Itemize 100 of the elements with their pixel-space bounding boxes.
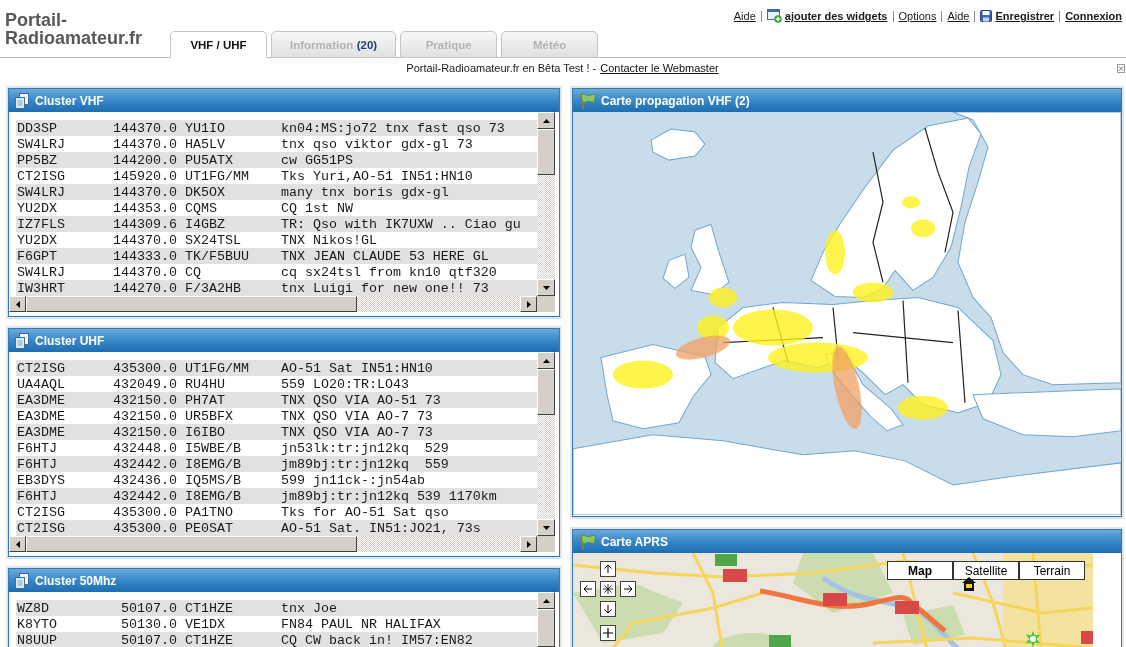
map-type-button[interactable]: Satellite [953,561,1019,580]
star-marker-icon[interactable] [1025,631,1041,647]
dx-callsign-text: IQ5MS/B [184,472,241,488]
comment-text: FN84 PAUL NR HALIFAX [280,616,441,632]
callsign-text: CT2ISG [17,504,65,520]
house-icon[interactable] [962,577,976,591]
map-type-button[interactable]: Map [887,561,953,580]
pan-down-button[interactable] [600,601,616,617]
callsign-text: EB3DYS [17,472,65,488]
scrollbar-corner [537,536,555,552]
dx-callsign-text: UR5BFX [184,408,233,424]
frequency-text: 432049.0 [112,376,177,392]
right-arrow-icon [623,584,633,594]
dx-callsign-text: I8EMG/B [184,456,241,472]
pan-up-button[interactable] [600,561,616,577]
dx-callsign-text: PE0SAT [184,520,233,536]
scroll-down-button[interactable] [537,519,555,536]
scroll-up-button[interactable] [537,352,555,369]
scroll-up-button[interactable] [537,592,555,609]
dx-callsign-text: DK5OX [184,184,225,200]
dx-callsign-text: PU5ATX [184,152,233,168]
comment-text: 559 LO20:TR:LO43 [280,376,409,392]
dx-callsign-text: HA5LV [184,136,225,152]
vertical-scrollbar[interactable] [537,592,555,647]
vertical-scrollbar[interactable] [537,112,555,296]
callsign-text: F6GPT [17,248,57,264]
dx-callsign-text: PH7AT [184,392,225,408]
frequency-text: 50107.0 [120,600,177,616]
pan-center-button[interactable] [600,581,616,597]
header-link[interactable]: Options [898,10,937,22]
plus-icon [603,628,613,638]
callsign-text: K8YTO [17,616,57,632]
dx-callsign-text: CQMS [184,200,217,216]
frequency-text: 144333.0 [112,248,177,264]
callsign-text: PP5BZ [17,152,57,168]
site-logo[interactable]: Portail-Radioamateur.fr [5,11,143,47]
close-icon[interactable] [1117,63,1125,73]
scroll-right-button[interactable] [520,296,537,312]
comment-text: CQ CW back in! IM57:EN82 [280,632,473,647]
scroll-up-button[interactable] [537,112,555,129]
callsign-text: EA3DME [17,392,65,408]
vertical-scrollbar[interactable] [537,352,555,536]
map-type-button[interactable]: Terrain [1019,561,1085,580]
comment-text: TNX QSO VIA AO-51 73 [280,392,441,408]
frequency-text: 435300.0 [112,360,177,376]
comment-text: jm89bj:tr:jn12kq 559 [280,456,449,472]
left-arrow-icon [15,540,20,548]
callsign-text: IZ7FLS [17,216,65,232]
callsign-text: F6HTJ [17,440,57,456]
dx-callsign-text: PA1TNO [184,504,233,520]
dx-callsign-text: F/3A2HB [184,280,241,296]
dx-callsign-text: I8EMG/B [184,488,241,504]
nav-tab[interactable]: VHF / UHF [170,31,267,58]
header-link[interactable]: Enregistrer [980,10,1055,22]
dx-callsign-text: CQ [184,264,201,280]
scrollbar-thumb[interactable] [537,129,555,175]
right-arrow-icon [526,300,531,308]
scroll-left-button[interactable] [9,536,26,552]
dx-callsign-text: CT1HZE [184,632,233,647]
contact-link[interactable]: Contacter le Webmaster [600,62,719,74]
horizontal-scrollbar[interactable] [9,296,537,312]
scroll-down-button[interactable] [537,279,555,296]
header-link[interactable]: Aide [947,10,970,22]
dx-callsign-text: I5WBE/B [184,440,241,456]
frequency-text: 432150.0 [112,408,177,424]
frequency-text: 144370.0 [112,264,177,280]
flag-icon [578,92,596,109]
down-arrow-icon [542,525,550,530]
callsign-text: IW3HRT [17,280,65,296]
frequency-text: 432442.0 [112,456,177,472]
pan-left-button[interactable] [580,581,596,597]
dx-callsign-text: I4GBZ [184,216,225,232]
header-link[interactable]: Aide [733,10,756,22]
scroll-right-button[interactable] [520,536,537,552]
zoom-in-button[interactable] [600,625,616,641]
nav-tab[interactable]: Information (20) [271,31,397,58]
scrollbar-thumb[interactable] [537,609,555,647]
callsign-text: CT2ISG [17,360,65,376]
comment-text: AO-51 Sat. IN51:JO21, 73s [280,520,481,536]
asterisk-icon [603,584,613,594]
up-arrow-icon [542,358,550,363]
scroll-left-button[interactable] [9,296,26,312]
comment-text: TNX Nikos!GL [280,232,377,248]
pan-right-button[interactable] [620,581,636,597]
frequency-text: 144353.0 [112,200,177,216]
header-link[interactable]: ajouter des widgets [766,9,888,23]
comment-text: TR: Qso with IK7UXW .. Ciao gu [280,216,521,232]
scrollbar-thumb[interactable] [26,296,357,312]
scrollbar-thumb[interactable] [26,536,357,552]
beta-notice: Portail-Radioamateur.fr en Bêta Test ! - Contacter le Webmaster [406,62,719,74]
horizontal-scrollbar[interactable] [9,536,537,552]
header-link[interactable]: Connexion [1065,10,1122,22]
panel-title: Carte APRS [601,534,668,549]
up-arrow-icon [542,118,550,123]
comment-text: TNX QSO VIA AO-7 73 [280,424,433,440]
frequency-text: 144370.0 [112,136,177,152]
comment-text: Tks Yuri,AO-51 IN51:HN10 [280,168,473,184]
scrollbar-thumb[interactable] [537,369,555,415]
callsign-text: F6HTJ [17,488,57,504]
panel-title: Cluster UHF [35,333,105,348]
